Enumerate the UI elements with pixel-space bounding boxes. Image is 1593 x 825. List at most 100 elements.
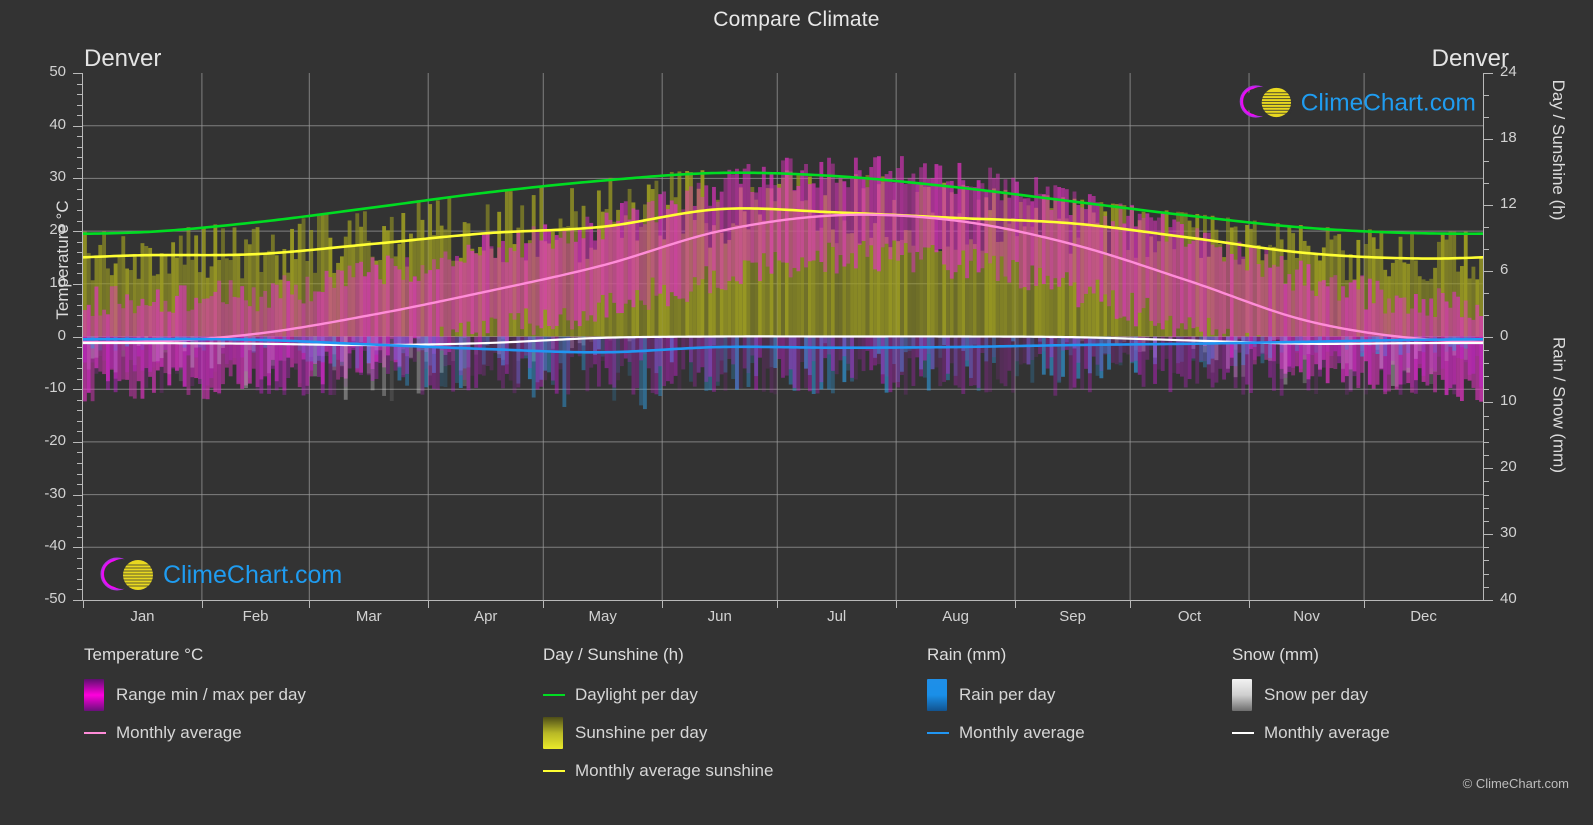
- axis-title-right-top: Day / Sunshine (h): [1549, 79, 1568, 221]
- y-tick-right-bottom: [1484, 600, 1493, 601]
- y-tick-label-right-top: 24: [1500, 63, 1517, 80]
- y-tick-right-bottom: [1484, 402, 1493, 404]
- y-tick-left: [73, 283, 82, 285]
- legend-item-temp-range[interactable]: Range min / max per day: [84, 676, 504, 714]
- y-minor-tick-right: [1484, 292, 1489, 294]
- y-minor-tick-left: [77, 473, 82, 475]
- y-tick-left: [73, 389, 82, 391]
- x-tick-label-sep: Sep: [1059, 608, 1086, 625]
- y-minor-tick-right: [1484, 160, 1489, 162]
- y-minor-tick-left: [77, 578, 82, 580]
- x-tick-label-jun: Jun: [707, 608, 732, 625]
- y-tick-left: [73, 125, 82, 127]
- x-tick: [896, 600, 898, 608]
- x-tick-label-nov: Nov: [1293, 608, 1320, 625]
- y-minor-tick-left: [77, 210, 82, 212]
- y-minor-tick-right: [1484, 415, 1489, 417]
- y-tick-left: [73, 73, 82, 74]
- x-tick: [1249, 600, 1251, 608]
- y-tick-label-right-bottom: 10: [1500, 392, 1517, 410]
- x-tick: [201, 600, 203, 608]
- y-minor-tick-right: [1484, 389, 1489, 391]
- y-minor-tick-left: [77, 83, 82, 85]
- y-minor-tick-right: [1484, 560, 1489, 562]
- y-minor-tick-left: [77, 452, 82, 454]
- y-tick-label-right-top: 12: [1500, 194, 1517, 212]
- legend-heading-snow: Snow (mm): [1232, 645, 1319, 664]
- y-minor-tick-left: [77, 526, 82, 528]
- y-minor-tick-right: [1484, 586, 1489, 588]
- y-tick-label-right-bottom: 20: [1500, 458, 1517, 476]
- y-minor-tick-left: [77, 420, 82, 422]
- axis-title-right-bottom: Rain / Snow (mm): [1549, 336, 1569, 474]
- chart-legend: Temperature °C Range min / max per day M…: [0, 645, 1593, 825]
- chart-daily-bars: [83, 156, 1483, 410]
- y-minor-tick-left: [77, 146, 82, 148]
- y-tick-left: [73, 547, 82, 549]
- x-tick: [428, 600, 430, 608]
- x-tick-label-jul: Jul: [827, 608, 847, 625]
- y-minor-tick-left: [77, 515, 82, 517]
- x-tick: [1130, 600, 1132, 608]
- y-minor-tick-right: [1484, 455, 1489, 457]
- y-tick-right-bottom: [1484, 534, 1493, 536]
- y-minor-tick-right: [1484, 349, 1489, 351]
- y-minor-tick-left: [77, 325, 82, 327]
- y-minor-tick-left: [77, 368, 82, 370]
- y-minor-tick-right: [1484, 376, 1489, 378]
- legend-group-temperature: Temperature °C Range min / max per day M…: [84, 645, 504, 752]
- legend-line-daylight: [543, 694, 565, 696]
- legend-item-snow-per-day[interactable]: Snow per day: [1232, 676, 1532, 714]
- x-tick: [83, 600, 84, 608]
- legend-item-sunshine[interactable]: Sunshine per day: [543, 714, 943, 752]
- page-title: Compare Climate: [713, 8, 880, 31]
- y-minor-tick-right: [1484, 362, 1489, 364]
- y-minor-tick-left: [77, 557, 82, 559]
- legend-label-rain-average: Monthly average: [959, 723, 1085, 742]
- y-minor-tick-left: [77, 589, 82, 591]
- y-minor-tick-left: [77, 199, 82, 201]
- y-minor-tick-right: [1484, 441, 1489, 443]
- climechart-logo-icon: ClimeChart.com: [1239, 85, 1476, 118]
- x-tick-label-may: May: [588, 608, 617, 625]
- x-tick: [1015, 600, 1017, 608]
- legend-heading-sunshine: Day / Sunshine (h): [543, 645, 684, 664]
- y-minor-tick-left: [77, 347, 82, 349]
- legend-item-temp-average[interactable]: Monthly average: [84, 714, 504, 752]
- axis-line-bottom: [82, 600, 1484, 601]
- legend-heading-temperature: Temperature °C: [84, 645, 204, 664]
- climechart-logo-icon: ClimeChart.com: [100, 557, 342, 591]
- y-minor-tick-left: [77, 568, 82, 570]
- legend-item-rain-average[interactable]: Monthly average: [927, 714, 1217, 752]
- y-minor-tick-right: [1484, 547, 1489, 549]
- y-minor-tick-left: [77, 94, 82, 96]
- y-minor-tick-left: [77, 536, 82, 538]
- x-tick-label-oct: Oct: [1177, 608, 1202, 625]
- y-tick-left: [73, 441, 82, 443]
- legend-group-rain: Rain (mm) Rain per day Monthly average: [927, 645, 1217, 752]
- y-minor-tick-left: [77, 262, 82, 264]
- y-minor-tick-left: [77, 431, 82, 433]
- y-minor-tick-right: [1484, 428, 1489, 430]
- y-tick-label-left: -10: [44, 379, 66, 397]
- legend-item-sunshine-average[interactable]: Monthly average sunshine: [543, 752, 943, 790]
- x-tick: [1364, 600, 1366, 608]
- y-tick-right-top: [1484, 204, 1493, 206]
- legend-label-sunshine: Sunshine per day: [575, 723, 708, 742]
- legend-label-rain-per-day: Rain per day: [959, 685, 1056, 704]
- x-tick-label-aug: Aug: [942, 608, 969, 625]
- x-tick-label-mar: Mar: [355, 608, 382, 625]
- legend-item-rain-per-day[interactable]: Rain per day: [927, 676, 1217, 714]
- copyright-text: © ClimeChart.com: [1462, 776, 1569, 791]
- svg-text:ClimeChart.com: ClimeChart.com: [163, 561, 342, 589]
- legend-label-sunshine-average: Monthly average sunshine: [575, 761, 774, 780]
- legend-group-sunshine: Day / Sunshine (h) Daylight per day Suns…: [543, 645, 943, 790]
- y-tick-label-right-top: 18: [1500, 128, 1517, 146]
- legend-label-temp-average: Monthly average: [116, 723, 242, 742]
- legend-item-snow-average[interactable]: Monthly average: [1232, 714, 1532, 752]
- watermark-logo-bottom: ClimeChart.com: [95, 552, 345, 596]
- y-tick-right-top: [1484, 73, 1493, 74]
- legend-item-daylight[interactable]: Daylight per day: [543, 676, 943, 714]
- legend-line-rain-average: [927, 732, 949, 734]
- y-minor-tick-left: [77, 357, 82, 359]
